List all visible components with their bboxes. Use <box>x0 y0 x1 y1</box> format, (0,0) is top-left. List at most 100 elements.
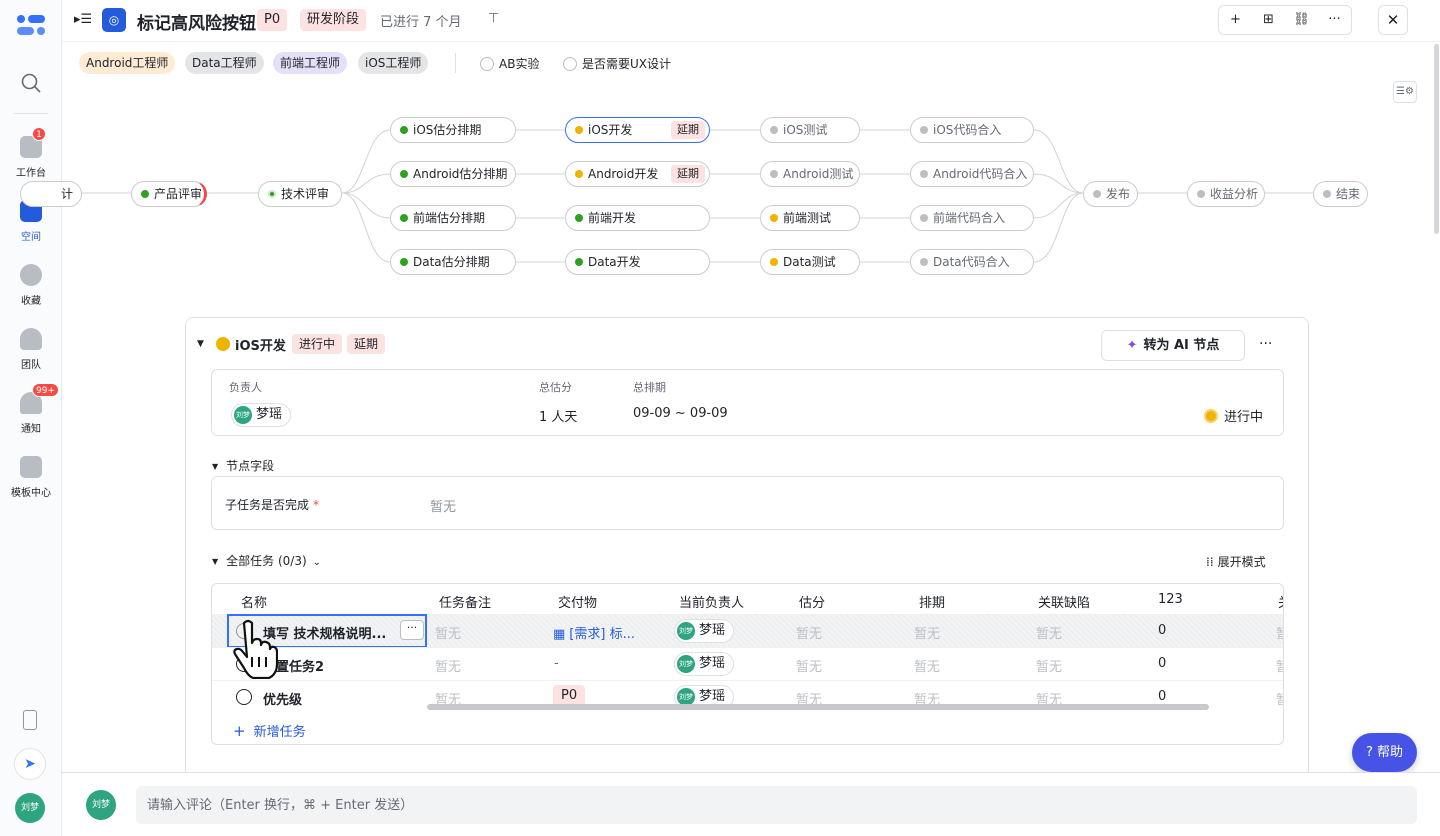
status-dot-todo <box>920 258 928 266</box>
flow-connectors <box>82 129 1313 263</box>
flow-node-fe-test[interactable]: 前端测试 <box>760 205 860 231</box>
status-dot-todo <box>920 170 928 178</box>
flow-node-data-merge[interactable]: Data代码合入 <box>910 249 1034 275</box>
row-more-icon[interactable]: ··· <box>400 620 424 640</box>
flow-node-data-estimate[interactable]: Data估分排期 <box>390 249 516 275</box>
task-defects[interactable]: 暂无 <box>1036 623 1062 642</box>
flow-node-ios-dev[interactable]: iOS开发 延期 <box>565 117 710 143</box>
collapse-caret-icon[interactable]: ▼ <box>197 339 204 349</box>
task-123[interactable]: 0 <box>1158 689 1166 704</box>
flow-node-tech-review[interactable]: 技术评审 <box>258 181 342 207</box>
schedule-value[interactable]: 09-09 ~ 09-09 <box>633 406 728 421</box>
estimate-value[interactable]: 1 人天 <box>539 406 577 425</box>
hand-pointer-icon <box>233 619 278 679</box>
status-dot-done <box>400 126 408 134</box>
status-dot-doing <box>770 258 778 266</box>
status-dot-done <box>575 258 583 266</box>
task-tail[interactable]: 暂 <box>1276 689 1283 708</box>
table-row[interactable]: 填写 技术规格说明... ··· 暂无 ▦ [需求] 标... 刘梦 梦瑶 暂无 暂… <box>212 614 1283 648</box>
flow-node-ios-merge[interactable]: iOS代码合入 <box>910 117 1034 143</box>
rail-item-team[interactable]: 团队 <box>0 328 62 384</box>
task-note[interactable]: 暂无 <box>435 623 461 642</box>
more-icon[interactable]: ··· <box>1259 336 1272 352</box>
node-progress-status[interactable]: 进行中 <box>1203 406 1263 425</box>
task-deliverable[interactable]: ▦ [需求] 标... <box>553 623 635 642</box>
task-schedule[interactable]: 暂无 <box>914 623 940 642</box>
task-note[interactable]: 暂无 <box>435 656 461 675</box>
task-name[interactable]: 置任务2 <box>276 656 324 675</box>
team-icon <box>20 328 42 350</box>
phone-icon[interactable] <box>23 710 37 730</box>
sparkle-icon: ✦ <box>1126 338 1138 353</box>
flow-node-android-dev[interactable]: Android开发 延期 <box>565 161 710 187</box>
task-checkbox[interactable] <box>236 689 252 705</box>
owner-pill[interactable]: 刘梦 梦瑶 <box>231 403 292 427</box>
caret-down-icon: ▼ <box>212 462 219 471</box>
flow-node-design[interactable]: 计 <box>20 181 82 207</box>
status-dot-done <box>400 214 408 222</box>
add-task-button[interactable]: + 新增任务 <box>233 721 306 740</box>
column-header: 估分 <box>799 596 826 611</box>
comment-input[interactable] <box>136 786 1417 824</box>
flow-node-ios-estimate[interactable]: iOS估分排期 <box>390 117 516 143</box>
status-dot-done <box>141 190 149 198</box>
grid-icon <box>20 456 42 478</box>
status-dot-doing <box>575 126 583 134</box>
flow-node-fe-merge[interactable]: 前端代码合入 <box>910 205 1034 231</box>
convert-ai-node-button[interactable]: ✦ 转为 AI 节点 <box>1101 330 1245 361</box>
flow-node-revenue[interactable]: 收益分析 <box>1187 181 1265 207</box>
column-header: 关联缺陷 <box>1038 596 1091 611</box>
task-defects[interactable]: 暂无 <box>1036 656 1062 675</box>
flow-node-end[interactable]: 结束 <box>1313 181 1368 207</box>
flow-node-fe-estimate[interactable]: 前端估分排期 <box>390 205 516 231</box>
status-dot-todo <box>1323 190 1331 198</box>
column-header: 名称 <box>241 596 268 611</box>
plus-icon: + <box>233 722 246 740</box>
task-name[interactable]: 优先级 <box>263 689 302 708</box>
vertical-scrollbar[interactable] <box>1434 44 1439 234</box>
flow-node-data-test[interactable]: Data测试 <box>760 249 860 275</box>
task-owner[interactable]: 刘梦 梦瑶 <box>674 619 735 643</box>
flow-node-android-estimate[interactable]: Android估分排期 <box>390 161 516 187</box>
task-123[interactable]: 0 <box>1158 623 1166 638</box>
task-tail[interactable]: 暂 <box>1276 656 1283 675</box>
flow-node-data-dev[interactable]: Data开发 <box>565 249 710 275</box>
flow-node-fe-dev[interactable]: 前端开发 <box>565 205 710 231</box>
flow-node-android-test[interactable]: Android测试 <box>760 161 860 187</box>
flow-node-android-merge[interactable]: Android代码合入 <box>910 161 1034 187</box>
caret-down-icon: ▼ <box>212 557 219 566</box>
help-button[interactable]: ? 帮助 <box>1352 733 1417 772</box>
task-estimate[interactable]: 暂无 <box>796 623 822 642</box>
owner-label: 负责人 <box>229 381 262 394</box>
field-value[interactable]: 暂无 <box>430 496 456 515</box>
rocket-icon[interactable]: ➤ <box>14 748 46 780</box>
notification-badge: 99+ <box>32 383 59 397</box>
horizontal-scrollbar[interactable] <box>427 704 1209 710</box>
status-dot-done <box>575 214 583 222</box>
column-header: 排期 <box>919 596 946 611</box>
task-table: 名称 任务备注 交付物 当前负责人 估分 排期 关联缺陷 123 关 填写 技术… <box>211 583 1284 745</box>
requirement-icon: ▦ <box>553 627 566 642</box>
user-avatar[interactable]: 刘梦 <box>15 793 45 823</box>
task-estimate[interactable]: 暂无 <box>796 656 822 675</box>
tasks-section-header[interactable]: ▼ 全部任务 (0/3) ⌄ <box>212 552 321 569</box>
task-123[interactable]: 0 <box>1158 656 1166 671</box>
flow-node-ios-test[interactable]: iOS测试 <box>760 117 860 143</box>
rail-item-notifications[interactable]: 99+ 通知 <box>0 383 62 448</box>
task-deliverable[interactable]: - <box>554 656 559 671</box>
table-row[interactable]: 置任务2 暂无 - 刘梦梦瑶 暂无 暂无 暂无 0 暂 <box>212 647 1283 680</box>
flow-node-release[interactable]: 发布 <box>1083 181 1138 207</box>
flow-node-product-review[interactable]: 产品评审 <box>131 181 207 207</box>
fields-section-header[interactable]: ▼ 节点字段 <box>212 457 274 474</box>
status-dot-todo <box>920 126 928 134</box>
expand-mode-button[interactable]: ⁞⁞ 展开模式 <box>1206 553 1266 570</box>
rail-item-templates[interactable]: 模板中心 <box>0 456 62 512</box>
task-schedule[interactable]: 暂无 <box>914 656 940 675</box>
status-dot-done <box>268 190 276 198</box>
task-tail[interactable]: 暂 <box>1276 623 1283 642</box>
column-header: 当前负责人 <box>679 596 745 611</box>
node-status-badge[interactable]: 进行中 <box>292 334 343 354</box>
rail-item-label: 团队 <box>21 360 41 371</box>
task-owner[interactable]: 刘梦 梦瑶 <box>674 652 735 676</box>
progress-icon <box>1203 409 1218 423</box>
